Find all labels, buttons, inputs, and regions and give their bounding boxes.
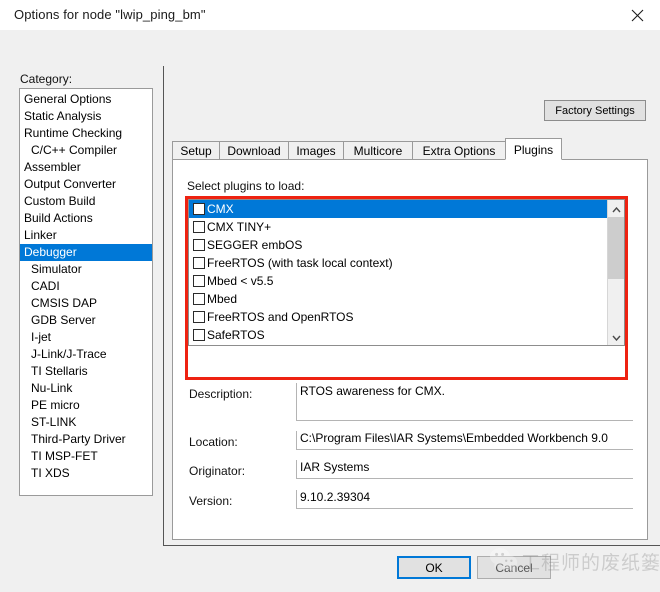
plugin-label: CMX (207, 202, 234, 216)
sidebar-item-c-c-compiler[interactable]: C/C++ Compiler (20, 142, 152, 159)
plugin-label: SEGGER embOS (207, 238, 303, 252)
plugin-checkbox[interactable] (193, 293, 205, 305)
tab-multicore[interactable]: Multicore (343, 141, 413, 160)
sidebar-item-linker[interactable]: Linker (20, 227, 152, 244)
close-button[interactable] (614, 0, 660, 30)
sidebar-item-nu-link[interactable]: Nu-Link (20, 380, 152, 397)
plugin-label: Mbed (207, 292, 238, 306)
location-label: Location: (189, 435, 238, 449)
chevron-up-icon (611, 202, 621, 216)
location-value: C:\Program Files\IAR Systems\Embedded Wo… (296, 431, 633, 450)
sidebar-item-assembler[interactable]: Assembler (20, 159, 152, 176)
plugin-label: SafeRTOS (207, 328, 265, 342)
category-label: Category: (20, 72, 73, 86)
description-value: RTOS awareness for CMX. (296, 383, 633, 421)
plugin-row[interactable]: Mbed (189, 290, 624, 308)
select-plugins-label: Select plugins to load: (187, 179, 305, 193)
sidebar-item-ti-stellaris[interactable]: TI Stellaris (20, 363, 152, 380)
panel-bottom-border (163, 545, 660, 546)
plugin-label: FreeRTOS and OpenRTOS (207, 310, 354, 324)
sidebar-item-cmsis-dap[interactable]: CMSIS DAP (20, 295, 152, 312)
version-value: 9.10.2.39304 (296, 490, 633, 509)
cancel-button[interactable]: Cancel (477, 556, 551, 579)
factory-settings-button[interactable]: Factory Settings (544, 100, 646, 121)
sidebar-item-ti-xds[interactable]: TI XDS (20, 465, 152, 482)
plugin-row[interactable]: FreeRTOS and OpenRTOS (189, 308, 624, 326)
window-title: Options for node "lwip_ping_bm" (14, 7, 206, 22)
plugin-checkbox[interactable] (193, 203, 205, 215)
tab-extra-options[interactable]: Extra Options (412, 141, 506, 160)
sidebar-item-i-jet[interactable]: I-jet (20, 329, 152, 346)
sidebar-item-runtime-checking[interactable]: Runtime Checking (20, 125, 152, 142)
plugin-label: CMX TINY+ (207, 220, 272, 234)
sidebar-item-build-actions[interactable]: Build Actions (20, 210, 152, 227)
panel-left-border (163, 66, 164, 546)
dialog-client-area: Category: General Options Static Analysis… (0, 30, 660, 592)
plugin-checkbox[interactable] (193, 329, 205, 341)
originator-value: IAR Systems (296, 460, 633, 479)
scrollbar-thumb[interactable] (608, 217, 624, 279)
plugin-checkbox[interactable] (193, 239, 205, 251)
plugin-row[interactable]: CMX (189, 200, 624, 218)
description-label: Description: (189, 387, 253, 401)
title-bar: Options for node "lwip_ping_bm" (0, 0, 660, 31)
plugin-row[interactable]: SafeRTOS (189, 326, 624, 344)
sidebar-item-j-link-j-trace[interactable]: J-Link/J-Trace (20, 346, 152, 363)
plugin-row[interactable]: Mbed < v5.5 (189, 272, 624, 290)
category-list[interactable]: General Options Static Analysis Runtime Ch… (19, 88, 153, 496)
plugin-list-scrollbar[interactable] (607, 200, 624, 345)
sidebar-item-st-link[interactable]: ST-LINK (20, 414, 152, 431)
sidebar-item-ti-msp-fet[interactable]: TI MSP-FET (20, 448, 152, 465)
tab-setup[interactable]: Setup (172, 141, 220, 160)
plugin-checkbox[interactable] (193, 257, 205, 269)
ok-button[interactable]: OK (397, 556, 471, 579)
tab-images[interactable]: Images (288, 141, 344, 160)
plugin-row[interactable]: SEGGER embOS (189, 236, 624, 254)
plugin-checkbox[interactable] (193, 311, 205, 323)
plugin-row[interactable]: CMX TINY+ (189, 218, 624, 236)
sidebar-item-third-party-driver[interactable]: Third-Party Driver (20, 431, 152, 448)
tab-download[interactable]: Download (219, 141, 289, 160)
sidebar-item-debugger[interactable]: Debugger (20, 244, 152, 261)
plugin-checkbox[interactable] (193, 275, 205, 287)
plugin-row[interactable]: FreeRTOS (with task local context) (189, 254, 624, 272)
close-icon (631, 9, 644, 22)
chevron-down-icon (611, 330, 621, 344)
plugin-label: Mbed < v5.5 (207, 274, 274, 288)
version-label: Version: (189, 494, 233, 508)
sidebar-item-general-options[interactable]: General Options (20, 91, 152, 108)
originator-label: Originator: (189, 464, 246, 478)
sidebar-item-gdb-server[interactable]: GDB Server (20, 312, 152, 329)
sidebar-item-simulator[interactable]: Simulator (20, 261, 152, 278)
sidebar-item-output-converter[interactable]: Output Converter (20, 176, 152, 193)
sidebar-item-pe-micro[interactable]: PE micro (20, 397, 152, 414)
plugin-rows: CMX CMX TINY+ SEGGER embOS FreeRTOS (with t… (189, 200, 624, 345)
plugin-list[interactable]: CMX CMX TINY+ SEGGER embOS FreeRTOS (with t… (188, 199, 625, 346)
plugin-label: FreeRTOS (with task local context) (207, 256, 393, 270)
scroll-down-button[interactable] (608, 328, 624, 345)
plugin-checkbox[interactable] (193, 221, 205, 233)
tab-plugins[interactable]: Plugins (505, 138, 562, 160)
scroll-up-button[interactable] (608, 200, 624, 217)
sidebar-item-custom-build[interactable]: Custom Build (20, 193, 152, 210)
tab-strip: Setup Download Images Multicore Extra Option… (172, 138, 648, 160)
options-dialog: Options for node "lwip_ping_bm" Category… (0, 0, 660, 592)
sidebar-item-cadi[interactable]: CADI (20, 278, 152, 295)
plugin-row-partial[interactable] (189, 344, 624, 345)
sidebar-item-static-analysis[interactable]: Static Analysis (20, 108, 152, 125)
